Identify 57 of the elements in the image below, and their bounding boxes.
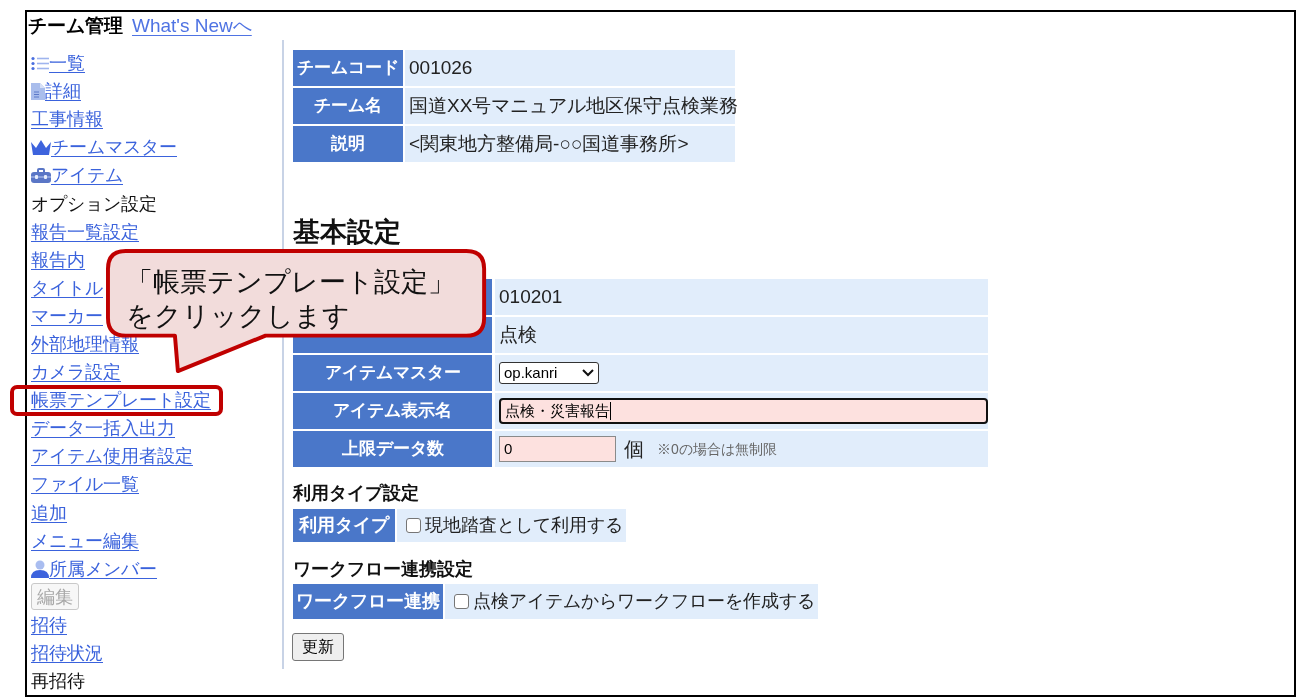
dropdown[interactable]: op.kanri [499,362,599,384]
sidebar-heading: 再招待 [31,670,85,693]
table-cell: <関東地方整備局-○○国道事務所> [405,126,735,162]
hint-text: ※0の場合は無制限 [657,439,777,459]
sidebar-link[interactable]: タイトル [31,276,103,299]
table-cell: 001026 [405,50,735,86]
table-header-cell: ワークフロー連携 [293,584,443,619]
table-header-cell: 上限データ数 [293,431,492,467]
checkbox-label: 現地踏査として利用する [425,514,623,537]
checkbox[interactable] [406,518,421,533]
page-title: チーム管理 [28,13,123,38]
section-heading: 利用タイプ設定 [293,482,419,505]
text-cursor-icon [610,402,611,420]
list-icon [31,55,49,71]
table-header-cell: アイテムマスター [293,355,492,391]
table-header-cell: 利用タイプ [293,509,395,542]
sidebar-link[interactable]: マーカー [31,304,103,327]
section-heading: 基本設定 [293,216,401,248]
sidebar-link[interactable]: 招待 [31,613,67,636]
table-header-cell: アイテム表示名 [293,393,492,429]
chevron-down-icon [582,369,594,377]
sidebar-link[interactable]: 帳票テンプレート設定 [31,389,211,412]
sidebar-link[interactable]: 報告内 [31,248,85,271]
update-button[interactable]: 更新 [292,633,344,661]
sidebar-link[interactable]: 一覧 [31,52,85,75]
sidebar-link[interactable]: メニュー編集 [31,529,139,552]
field-value: 点検 [499,322,537,347]
sidebar-link[interactable]: 工事情報 [31,108,103,131]
sidebar-link[interactable]: ファイル一覧 [31,473,139,496]
field-value: 010201 [499,284,563,309]
table-cell: 国道XX号マニュアル地区保守点検業務 [405,88,735,124]
sidebar-link[interactable]: アイテム [31,164,123,187]
table-header-cell: チーム名 [293,88,403,124]
sidebar-link[interactable]: カメラ設定 [31,361,121,384]
toolbox-icon [31,167,51,183]
checkbox-label: 点検アイテムからワークフローを作成する [473,590,815,613]
number-input[interactable]: 0 [499,436,616,462]
sidebar-link[interactable]: アイテム使用者設定 [31,445,193,468]
checkbox[interactable] [454,594,469,609]
unit-label: 個 [624,437,644,462]
person-icon [31,559,49,578]
sidebar-heading: オプション設定 [31,192,157,215]
text-input[interactable]: 点検・災害報告 [499,398,988,424]
sidebar-link[interactable]: 詳細 [31,80,81,103]
sidebar-link[interactable]: データ一括入出力 [31,417,175,440]
sidebar-link[interactable]: 追加 [31,501,67,524]
table-header-cell: チームコード [293,50,403,86]
sidebar-link[interactable]: 報告一覧設定 [31,220,139,243]
callout-text: 「帳票テンプレート設定」をクリックします [126,266,456,333]
sidebar-link[interactable]: チームマスター [31,136,177,159]
table-header-cell: 説明 [293,126,403,162]
crown-icon [31,139,51,155]
document-icon [31,82,45,100]
section-heading: ワークフロー連携設定 [293,558,473,581]
sidebar-link[interactable]: 招待状況 [31,642,103,664]
whats-new-link[interactable]: What's Newへ [132,11,252,41]
sidebar-link[interactable]: 所属メンバー [31,557,157,580]
